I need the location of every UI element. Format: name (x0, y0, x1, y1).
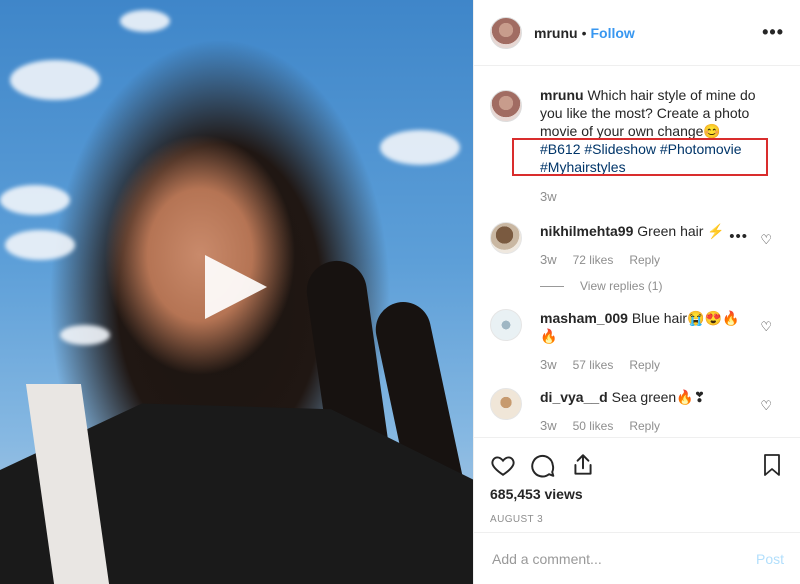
post-header: mrunu • Follow ••• (474, 0, 800, 66)
add-comment-bar: Post (474, 532, 800, 584)
comment-age[interactable]: 3w (540, 252, 557, 267)
caption-age[interactable]: 3w (540, 188, 780, 206)
post-actions: 685,453 views AUGUST 3 (474, 437, 800, 525)
caption-username[interactable]: mrunu (540, 87, 584, 103)
reply-button[interactable]: Reply (629, 419, 660, 433)
view-replies-button[interactable]: View replies (1) (540, 279, 750, 293)
comment-likes[interactable]: 72 likes (573, 253, 614, 267)
comment-item: nikhilmehta99 Green hair ⚡ 3w 72 likes R… (490, 222, 784, 293)
comment-item: masham_009 Blue hair😭😍🔥🔥 3w 57 likes Rep… (490, 309, 784, 372)
commenter-avatar[interactable] (490, 388, 522, 420)
caption-avatar[interactable] (490, 90, 522, 122)
post-date[interactable]: AUGUST 3 (490, 514, 784, 525)
view-replies-label[interactable]: View replies (1) (580, 279, 662, 293)
post-sidebar: mrunu • Follow ••• mrunu Which hair styl… (473, 0, 800, 584)
heart-icon[interactable] (490, 452, 516, 478)
separator-dot: • (581, 24, 587, 41)
comment-like-heart-icon[interactable]: ♡ (760, 232, 772, 248)
commenter-avatar[interactable] (490, 309, 522, 341)
comment-like-heart-icon[interactable]: ♡ (760, 319, 772, 335)
commenter-username[interactable]: nikhilmehta99 (540, 223, 633, 239)
commenter-username[interactable]: di_vya__d (540, 389, 608, 405)
bookmark-icon[interactable] (760, 452, 784, 478)
divider-line (540, 285, 564, 287)
reply-button[interactable]: Reply (629, 253, 660, 267)
highlight-box (512, 138, 768, 176)
comment-likes[interactable]: 50 likes (573, 419, 614, 433)
comment-like-heart-icon[interactable]: ♡ (760, 398, 772, 414)
comment-text: Sea green🔥❣ (611, 389, 706, 405)
play-icon[interactable] (205, 255, 267, 319)
view-count[interactable]: 685,453 views (490, 486, 784, 502)
follow-button[interactable]: Follow (590, 25, 634, 41)
comments-section[interactable]: mrunu Which hair style of mine do you li… (474, 66, 800, 436)
comment-text: Green hair ⚡ (637, 223, 725, 239)
share-icon[interactable] (570, 452, 596, 478)
commenter-username[interactable]: masham_009 (540, 310, 628, 326)
video-media[interactable] (0, 0, 473, 584)
comment-age[interactable]: 3w (540, 357, 557, 372)
caption-hashtags[interactable]: #B612 #Slideshow #Photomovie #Myhairstyl… (512, 138, 780, 176)
reply-button[interactable]: Reply (629, 358, 660, 372)
comment-input[interactable] (490, 549, 756, 568)
author-username[interactable]: mrunu (534, 25, 578, 41)
author-avatar[interactable] (490, 16, 522, 49)
post-comment-button[interactable]: Post (756, 551, 784, 567)
commenter-avatar[interactable] (490, 222, 522, 254)
instagram-post: mrunu • Follow ••• mrunu Which hair styl… (0, 0, 800, 584)
comment-options-icon[interactable]: ••• (729, 228, 748, 245)
comment-item: di_vya__d Sea green🔥❣ 3w 50 likes Reply … (490, 388, 784, 433)
more-icon[interactable]: ••• (762, 22, 784, 43)
comment-likes[interactable]: 57 likes (573, 358, 614, 372)
comment-age[interactable]: 3w (540, 418, 557, 433)
comment-icon[interactable] (530, 452, 556, 478)
caption-body: mrunu Which hair style of mine do you li… (512, 86, 780, 206)
caption: mrunu Which hair style of mine do you li… (490, 86, 784, 206)
action-icons (490, 450, 784, 480)
